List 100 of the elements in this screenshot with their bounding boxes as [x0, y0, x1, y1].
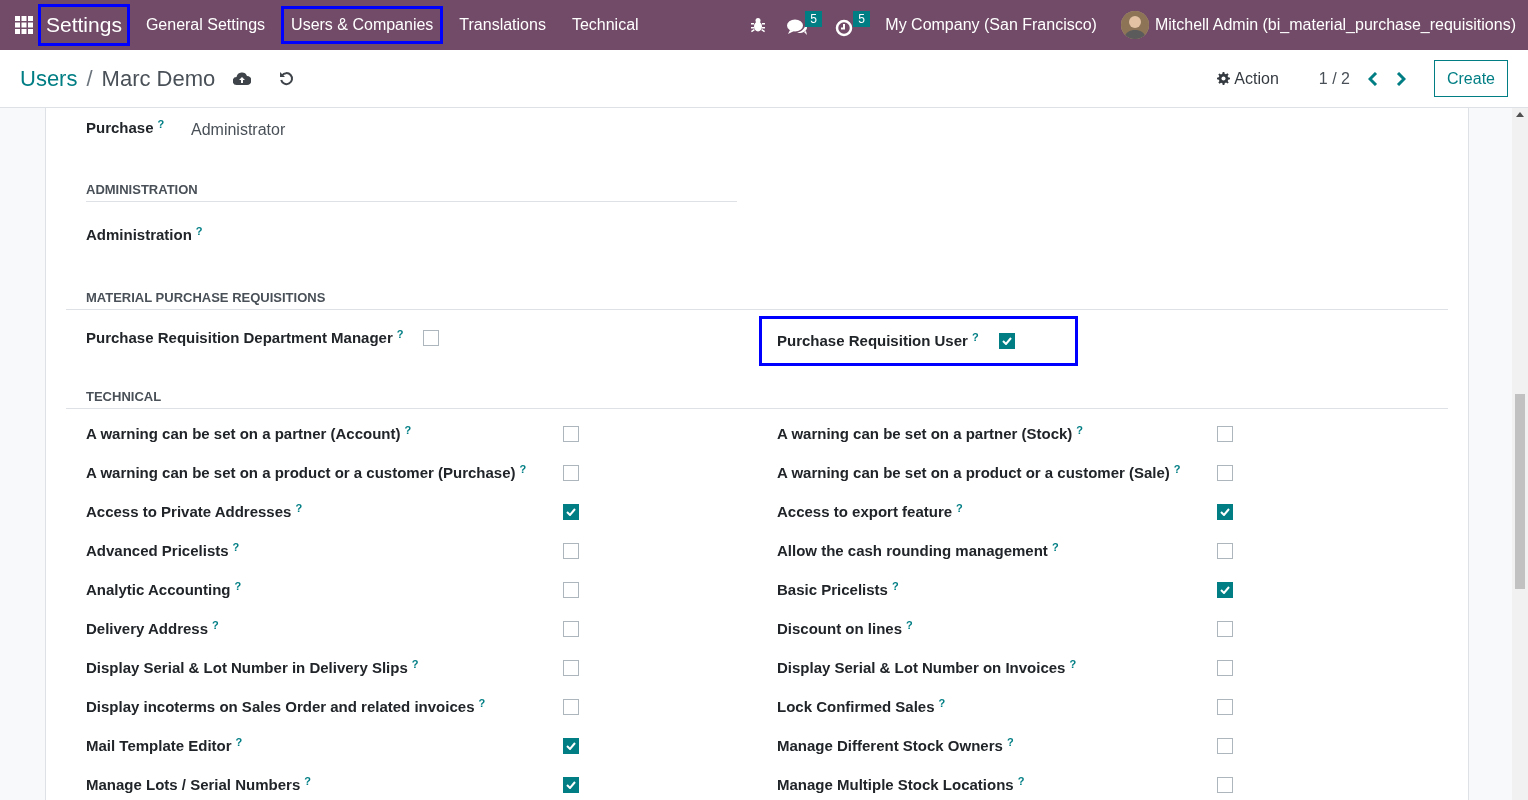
- scrollbar[interactable]: [1512, 108, 1528, 800]
- field-label: Purchase Requisition User: [777, 331, 968, 351]
- checkbox[interactable]: [563, 777, 579, 793]
- help-mark[interactable]: ?: [1051, 541, 1059, 553]
- checkbox[interactable]: [1217, 582, 1233, 598]
- menu-item[interactable]: Technical: [561, 6, 649, 44]
- help-mark[interactable]: ?: [956, 502, 963, 514]
- help-mark[interactable]: ?: [1076, 424, 1084, 436]
- checkbox[interactable]: [1217, 543, 1233, 559]
- field-label: Allow the cash rounding management: [777, 541, 1048, 561]
- undo-icon[interactable]: [279, 71, 295, 86]
- company-switcher[interactable]: My Company (San Francisco): [885, 13, 1097, 37]
- cloud-upload-icon[interactable]: [233, 71, 252, 86]
- checkbox[interactable]: [1217, 426, 1233, 442]
- help-mark[interactable]: ?: [891, 580, 899, 592]
- check-icon: [566, 508, 576, 516]
- field-label: Display Serial & Lot Number in Delivery Slips: [86, 658, 408, 678]
- scroll-up-icon[interactable]: [1516, 112, 1524, 117]
- menu-item[interactable]: General Settings: [135, 6, 276, 44]
- clock-icon[interactable]: [835, 19, 854, 37]
- breadcrumb-separator: /: [86, 65, 93, 93]
- section-title: MATERIAL PURCHASE REQUISITIONS: [86, 290, 326, 306]
- checkbox[interactable]: [563, 543, 579, 559]
- field-label: Basic Pricelists: [777, 580, 888, 600]
- help-mark[interactable]: ?: [304, 775, 311, 787]
- help-mark[interactable]: ?: [1017, 775, 1025, 787]
- pager-value[interactable]: 1 / 2: [1318, 66, 1350, 91]
- checkbox[interactable]: [563, 426, 579, 442]
- checkbox[interactable]: [1217, 660, 1233, 676]
- field-label: Discount on lines: [777, 619, 902, 639]
- checkbox[interactable]: [998, 333, 1015, 349]
- help-mark[interactable]: ?: [478, 697, 486, 709]
- gear-icon: [1217, 72, 1231, 85]
- section-title: ADMINISTRATION: [86, 182, 198, 198]
- field-label: A warning can be set on a product or a customer (Purchase): [86, 463, 516, 483]
- create-button[interactable]: Create: [1433, 60, 1508, 97]
- record-title: Marc Demo: [101, 65, 216, 93]
- user-menu[interactable]: Mitchell Admin (bi_material_purchase_requisitions): [1154, 13, 1516, 37]
- field-label: A warning can be set on a partner (Stock): [777, 424, 1073, 444]
- section-title: TECHNICAL: [86, 389, 162, 405]
- previous-icon[interactable]: [1367, 71, 1378, 86]
- check-icon: [1220, 586, 1230, 594]
- checkbox[interactable]: [1217, 699, 1233, 715]
- chat-icon[interactable]: [787, 19, 809, 36]
- help-mark[interactable]: ?: [1173, 463, 1181, 475]
- check-icon: [1001, 337, 1012, 345]
- field-label: Purchase: [86, 118, 154, 138]
- checkbox[interactable]: [1217, 777, 1233, 793]
- checkbox[interactable]: [423, 330, 440, 346]
- field-label: Manage Lots / Serial Numbers: [86, 775, 301, 795]
- checkbox[interactable]: [563, 660, 579, 676]
- apps-menu-icon[interactable]: [15, 16, 33, 34]
- field-value: Administrator: [191, 120, 286, 140]
- help-mark[interactable]: ?: [404, 424, 412, 436]
- app-title[interactable]: Settings: [38, 4, 130, 46]
- field-label: Access to export feature: [777, 502, 953, 522]
- help-mark[interactable]: ?: [235, 736, 243, 748]
- user-avatar[interactable]: [1120, 11, 1149, 39]
- help-mark[interactable]: ?: [906, 619, 913, 631]
- checkbox[interactable]: [563, 699, 579, 715]
- field-label: Delivery Address: [86, 619, 208, 639]
- help-mark[interactable]: ?: [1069, 658, 1077, 670]
- help-mark[interactable]: ?: [295, 502, 303, 514]
- help-mark[interactable]: ?: [1006, 736, 1014, 748]
- field-label: A warning can be set on a product or a customer (Sale): [777, 463, 1170, 483]
- help-mark[interactable]: ?: [938, 697, 946, 709]
- help-mark[interactable]: ?: [234, 580, 242, 592]
- check-icon: [1220, 508, 1230, 516]
- field-label: Display Serial & Lot Number on Invoices: [777, 658, 1066, 678]
- field-label: Access to Private Addresses: [86, 502, 292, 522]
- checkbox[interactable]: [1217, 621, 1233, 637]
- help-mark[interactable]: ?: [396, 328, 404, 340]
- action-menu-button[interactable]: Action: [1217, 66, 1279, 91]
- field-label: Manage Different Stock Owners: [777, 736, 1003, 756]
- next-icon[interactable]: [1395, 71, 1406, 86]
- bug-icon[interactable]: [751, 17, 766, 33]
- help-mark[interactable]: ?: [195, 225, 203, 237]
- checkbox[interactable]: [563, 621, 579, 637]
- checkbox[interactable]: [563, 504, 579, 520]
- scrollbar-thumb[interactable]: [1515, 394, 1525, 589]
- checkbox[interactable]: [1217, 465, 1233, 481]
- menu-item[interactable]: Translations: [449, 6, 556, 44]
- help-mark[interactable]: ?: [157, 118, 165, 130]
- help-mark[interactable]: ?: [411, 658, 419, 670]
- field-label: Advanced Pricelists: [86, 541, 229, 561]
- checkbox[interactable]: [563, 738, 579, 754]
- help-mark[interactable]: ?: [232, 541, 240, 553]
- field-label: Administration: [86, 225, 192, 245]
- checkbox[interactable]: [1217, 504, 1233, 520]
- help-mark[interactable]: ?: [971, 331, 979, 343]
- menu-item[interactable]: Users & Companies: [281, 6, 444, 44]
- checkbox[interactable]: [1217, 738, 1233, 754]
- check-icon: [566, 742, 576, 750]
- field-label: Purchase Requisition Department Manager: [86, 328, 393, 348]
- field-label: Manage Multiple Stock Locations: [777, 775, 1014, 795]
- checkbox[interactable]: [563, 465, 579, 481]
- checkbox[interactable]: [563, 582, 579, 598]
- help-mark[interactable]: ?: [519, 463, 527, 475]
- breadcrumb-link[interactable]: Users: [20, 62, 78, 95]
- help-mark[interactable]: ?: [212, 619, 219, 631]
